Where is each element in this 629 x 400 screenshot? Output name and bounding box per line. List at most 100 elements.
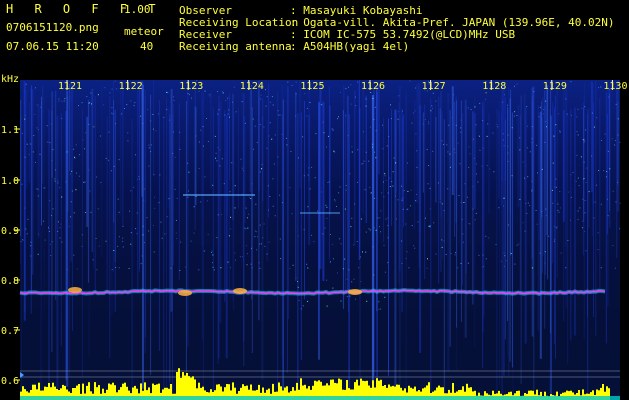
noise-dot <box>158 113 159 115</box>
noise-dot <box>606 171 608 173</box>
noise-dot <box>552 202 554 204</box>
noise-dot <box>409 80 411 82</box>
noise-dot <box>349 295 351 297</box>
time-tick-label: 1129 <box>543 81 567 92</box>
noise-streak <box>556 87 558 278</box>
noise-streak <box>547 85 549 280</box>
noise-dot <box>457 267 459 269</box>
noise-dot <box>117 245 119 247</box>
noise-dot <box>531 190 533 192</box>
noise-streak <box>465 105 467 274</box>
noise-streak <box>28 102 30 183</box>
noise-streak <box>501 99 503 400</box>
noise-dot <box>32 151 34 153</box>
noise-streak <box>69 117 71 376</box>
noise-dot <box>417 221 419 223</box>
noise-dot <box>24 156 26 158</box>
noise-dot <box>104 87 106 89</box>
noise-dot <box>546 126 547 128</box>
noise-dot <box>338 116 339 118</box>
noise-dot <box>340 300 342 302</box>
noise-dot <box>594 126 595 128</box>
noise-dot <box>370 92 372 93</box>
noise-dot <box>531 126 533 128</box>
noise-dot <box>214 135 216 137</box>
noise-dot <box>70 216 71 218</box>
noise-dot <box>414 110 416 112</box>
noise-dot <box>460 119 462 121</box>
noise-dot <box>539 252 541 254</box>
noise-dot <box>168 198 170 200</box>
noise-streak <box>66 90 69 387</box>
noise-dot <box>350 84 352 86</box>
noise-dot <box>228 109 230 111</box>
noise-streak <box>354 90 356 245</box>
noise-dot <box>126 104 128 106</box>
noise-dot <box>272 104 274 106</box>
noise-dot <box>307 174 309 176</box>
noise-dot <box>384 296 386 298</box>
noise-dot <box>97 208 99 210</box>
noise-dot <box>273 163 275 165</box>
noise-dot <box>130 190 132 192</box>
noise-dot <box>462 241 464 243</box>
noise-dot <box>348 86 349 88</box>
noise-dot <box>75 172 77 174</box>
noise-streak <box>462 113 464 286</box>
noise-dot <box>239 256 241 258</box>
noise-dot <box>382 148 384 150</box>
noise-streak <box>517 105 520 208</box>
noise-streak <box>422 112 424 193</box>
noise-dot <box>391 118 392 120</box>
noise-dot <box>570 174 572 176</box>
noise-dot <box>88 169 90 171</box>
noise-streak <box>371 95 374 383</box>
noise-dot <box>234 207 236 209</box>
noise-dot <box>272 178 274 180</box>
noise-dot <box>54 169 56 171</box>
noise-dot <box>579 207 581 209</box>
noise-streak <box>109 96 111 359</box>
noise-dot <box>256 142 258 143</box>
noise-dot <box>481 165 483 167</box>
noise-dot <box>37 233 39 235</box>
noise-dot <box>443 144 445 146</box>
noise-dot <box>347 135 349 137</box>
noise-dot <box>559 131 561 133</box>
noise-dot <box>230 216 231 218</box>
noise-dot <box>478 254 480 256</box>
noise-dot <box>489 168 491 170</box>
noise-dot <box>555 178 557 180</box>
noise-dot <box>353 244 355 246</box>
noise-dot <box>39 153 41 155</box>
noise-dot <box>304 93 306 95</box>
noise-dot <box>100 182 102 183</box>
noise-dot <box>545 215 547 217</box>
noise-dot <box>179 270 181 271</box>
noise-dot <box>578 185 580 187</box>
noise-dot <box>235 259 236 261</box>
noise-dot <box>88 123 90 125</box>
noise-dot <box>21 183 23 185</box>
noise-dot <box>155 130 157 132</box>
noise-dot <box>405 223 407 225</box>
noise-dot <box>582 220 584 222</box>
noise-dot <box>245 245 247 247</box>
noise-dot <box>365 251 367 253</box>
noise-dot <box>443 210 445 212</box>
noise-dot <box>180 241 182 243</box>
noise-dot <box>297 286 299 288</box>
noise-dot <box>43 187 45 189</box>
noise-dot <box>158 202 160 204</box>
noise-dot <box>597 232 599 234</box>
noise-dot <box>380 308 382 310</box>
noise-dot <box>469 153 471 155</box>
frequency-tick-label: 0.9 <box>1 226 19 237</box>
noise-dot <box>269 122 271 124</box>
noise-dot <box>111 269 113 271</box>
noise-dot <box>285 137 287 139</box>
noise-dot <box>112 250 114 251</box>
time-tick-label: 1125 <box>300 81 324 92</box>
noise-dot <box>415 200 417 202</box>
noise-dot <box>350 226 352 228</box>
